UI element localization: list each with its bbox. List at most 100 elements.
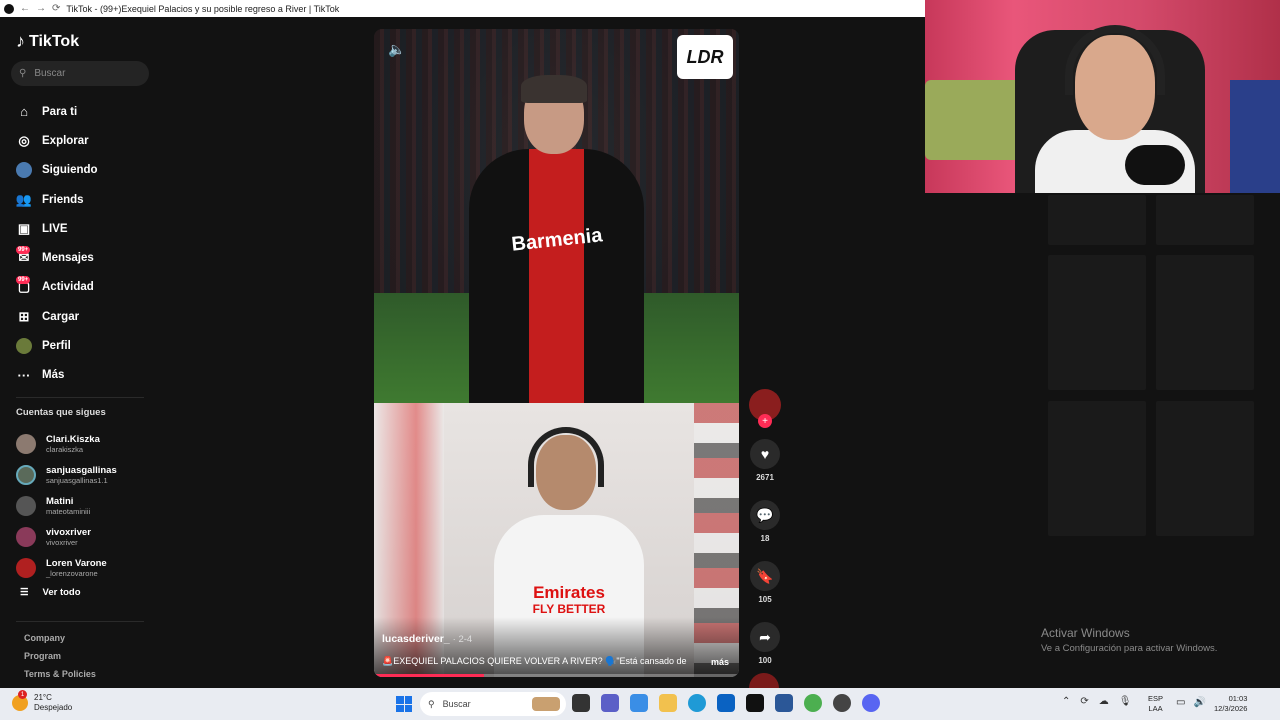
windows-start-icon[interactable]	[396, 696, 412, 712]
teams-icon[interactable]	[601, 694, 619, 712]
share-icon[interactable]: ➦	[750, 622, 780, 652]
volume-icon[interactable]: 🔊	[1193, 697, 1205, 708]
nav-label: Más	[42, 369, 65, 382]
photoshop-icon[interactable]	[775, 694, 793, 712]
more-icon: ···	[17, 367, 31, 383]
copilot-icon[interactable]	[630, 694, 648, 712]
back-button[interactable]: ←	[20, 3, 30, 14]
sync-icon[interactable]: ⟳	[1080, 696, 1088, 707]
app-icon[interactable]	[833, 694, 851, 712]
creator-avatar[interactable]: +	[749, 389, 781, 428]
search-icon: ⚲	[19, 68, 27, 79]
cloud-icon[interactable]: ☁	[1099, 696, 1109, 707]
nav-siguiendo[interactable]: Siguiendo	[16, 156, 98, 185]
clock[interactable]: 01:03 12/3/2026	[1214, 694, 1247, 714]
activation-subtitle: Ve a Configuración para activar Windows.	[1041, 643, 1218, 654]
search-icon: ⚲	[428, 698, 435, 709]
placeholder-tile	[1048, 195, 1146, 245]
player-hair	[521, 75, 587, 103]
sun-icon: 1	[12, 690, 28, 711]
nav-explorar[interactable]: ◎ Explorar	[16, 126, 98, 155]
temperature: 21°C	[34, 693, 52, 702]
following-item[interactable]: vivoxriver vivoxriver	[16, 521, 117, 552]
network-icon[interactable]: ▭	[1176, 697, 1185, 708]
post-date: · 2-4	[452, 634, 473, 645]
nav-mas[interactable]: ··· Más	[16, 361, 98, 390]
nav-cargar[interactable]: ⊞ Cargar	[16, 302, 98, 331]
heart-icon[interactable]: ♥	[750, 439, 780, 469]
mic-icon[interactable]: 🎙	[1119, 696, 1132, 707]
webcam-overlay	[925, 0, 1280, 193]
video-author[interactable]: lucasderiver_ · 2-4	[382, 633, 472, 645]
footer-terms-link[interactable]: Terms & Policies	[24, 665, 96, 683]
language-indicator[interactable]: ESP LAA	[1148, 694, 1163, 714]
footer-links: Company Program Terms & Policies © 2026 …	[24, 629, 96, 691]
volume-icon[interactable]: 🔈	[388, 41, 405, 58]
weather-widget[interactable]: 1 21°C Despejado	[12, 690, 73, 713]
follow-plus-icon[interactable]: +	[758, 414, 772, 428]
bookmark-icon[interactable]: 🔖	[750, 561, 780, 591]
following-list: Clari.Kiszka clarakiszka sanjuasgallinas s…	[16, 429, 117, 583]
forward-button[interactable]: →	[36, 3, 46, 14]
author-name[interactable]: lucasderiver_	[382, 633, 450, 645]
following-item[interactable]: Clari.Kiszka clarakiszka	[16, 429, 117, 460]
main-nav: ⌂ Para ti ◎ Explorar Siguiendo 👥 Friends…	[16, 97, 98, 390]
tray-icons: ▭ 🔊	[1176, 697, 1206, 708]
chrome-icon[interactable]	[804, 694, 822, 712]
search-input[interactable]: ⚲ Buscar	[11, 61, 149, 86]
task-view-icon[interactable]	[572, 694, 590, 712]
following-item[interactable]: sanjuasgallinas sanjuasgallinas1.1	[16, 460, 117, 491]
weather-status: Despejado	[34, 703, 73, 712]
share-action[interactable]: ➦ 100	[749, 622, 781, 665]
reload-button[interactable]: ⟳	[52, 3, 60, 14]
following-name: vivoxriver	[46, 526, 91, 538]
more-caption-button[interactable]: más	[711, 657, 729, 667]
file-explorer-icon[interactable]	[659, 694, 677, 712]
tiktok-logo[interactable]: ♪ TikTok	[16, 31, 79, 52]
following-name: Matini	[46, 495, 74, 507]
video-progress-bar[interactable]	[374, 674, 739, 677]
list-icon: ☰	[20, 587, 29, 598]
video-top-frame: Barmenia 🔈 LDR	[374, 29, 739, 403]
store-icon[interactable]	[717, 694, 735, 712]
taskbar-search[interactable]: ⚲ Buscar	[420, 692, 566, 716]
placeholder-tile	[1156, 401, 1254, 536]
footballer-figure: Barmenia	[469, 75, 644, 403]
nav-label: Siguiendo	[42, 164, 98, 177]
tiktok-taskbar-icon[interactable]	[746, 694, 764, 712]
nav-para-ti[interactable]: ⌂ Para ti	[16, 97, 98, 126]
placeholder-tile	[1156, 255, 1254, 390]
footer-company-link[interactable]: Company	[24, 629, 96, 647]
footer-program-link[interactable]: Program	[24, 647, 96, 665]
shirt-sponsor: Emirates FLY BETTER	[494, 584, 644, 617]
activation-title: Activar Windows	[1041, 626, 1130, 640]
search-highlight-icon	[532, 697, 560, 711]
nav-mensajes[interactable]: ✉ 99+ Mensajes	[16, 243, 98, 272]
see-all-button[interactable]: ☰ Ver todo	[20, 587, 81, 598]
weather-badge: 1	[18, 690, 27, 699]
divider	[16, 621, 144, 622]
following-username: mateotaminiii	[46, 506, 91, 516]
following-name: Loren Varone	[46, 557, 107, 569]
nav-label: Perfil	[42, 340, 71, 353]
save-action[interactable]: 🔖 105	[749, 561, 781, 604]
like-count: 2671	[756, 473, 774, 482]
following-item[interactable]: Loren Varone _lorenzovarone	[16, 552, 117, 583]
video-player[interactable]: Barmenia 🔈 LDR Emirates FLY BETTER lucas…	[374, 29, 739, 677]
action-bar: + ♥ 2671 💬 18 🔖 105 ➦ 100	[749, 389, 781, 703]
avatar	[16, 526, 36, 547]
edge-icon[interactable]	[688, 694, 706, 712]
nav-actividad[interactable]: ▢ 99+ Actividad	[16, 273, 98, 302]
chevron-up-icon[interactable]: ⌃	[1062, 696, 1070, 707]
comment-icon[interactable]: 💬	[750, 500, 780, 530]
nav-friends[interactable]: 👥 Friends	[16, 185, 98, 214]
see-all-label: Ver todo	[42, 587, 81, 598]
nav-label: LIVE	[42, 222, 68, 235]
nav-perfil[interactable]: Perfil	[16, 331, 98, 360]
following-item[interactable]: Matini mateotaminiii	[16, 491, 117, 522]
discord-icon[interactable]	[862, 694, 880, 712]
like-action[interactable]: ♥ 2671	[749, 439, 781, 482]
nav-live[interactable]: ▣ LIVE	[16, 214, 98, 243]
sidebar: ♪ TikTok ⚲ Buscar ⌂ Para ti ◎ Explorar S…	[0, 17, 160, 691]
comment-action[interactable]: 💬 18	[749, 500, 781, 543]
